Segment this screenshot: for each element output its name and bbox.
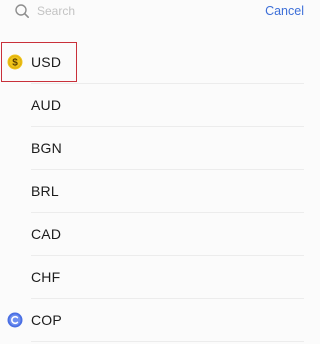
currency-row-usd[interactable]: $ USD bbox=[0, 41, 308, 84]
row-divider bbox=[31, 341, 304, 342]
currency-row-cop[interactable]: COP bbox=[0, 299, 308, 342]
currency-row-cad[interactable]: CAD bbox=[0, 213, 308, 256]
currency-row-bgn[interactable]: BGN bbox=[0, 127, 308, 170]
svg-text:$: $ bbox=[12, 58, 18, 69]
cop-coin-icon bbox=[7, 312, 23, 328]
currency-code: USD bbox=[31, 54, 62, 70]
currency-row-aud[interactable]: AUD bbox=[0, 84, 308, 127]
currency-code: AUD bbox=[31, 97, 62, 113]
currency-code: COP bbox=[31, 312, 62, 328]
currency-code: CAD bbox=[31, 226, 62, 242]
currency-code: CHF bbox=[31, 269, 61, 285]
dollar-coin-icon: $ bbox=[7, 54, 23, 70]
currency-row-chf[interactable]: CHF bbox=[0, 256, 308, 299]
currency-code: BGN bbox=[31, 140, 62, 156]
currency-list: $ USD AUD BGN BRL CAD CHF COP bbox=[0, 41, 308, 342]
search-input[interactable] bbox=[37, 2, 237, 20]
search-bar: Cancel bbox=[0, 0, 308, 26]
currency-picker-screen: Cancel $ USD AUD BGN BRL CAD bbox=[0, 0, 308, 344]
currency-code: BRL bbox=[31, 183, 59, 199]
cancel-button[interactable]: Cancel bbox=[265, 3, 304, 19]
search-icon bbox=[15, 4, 29, 18]
currency-row-brl[interactable]: BRL bbox=[0, 170, 308, 213]
